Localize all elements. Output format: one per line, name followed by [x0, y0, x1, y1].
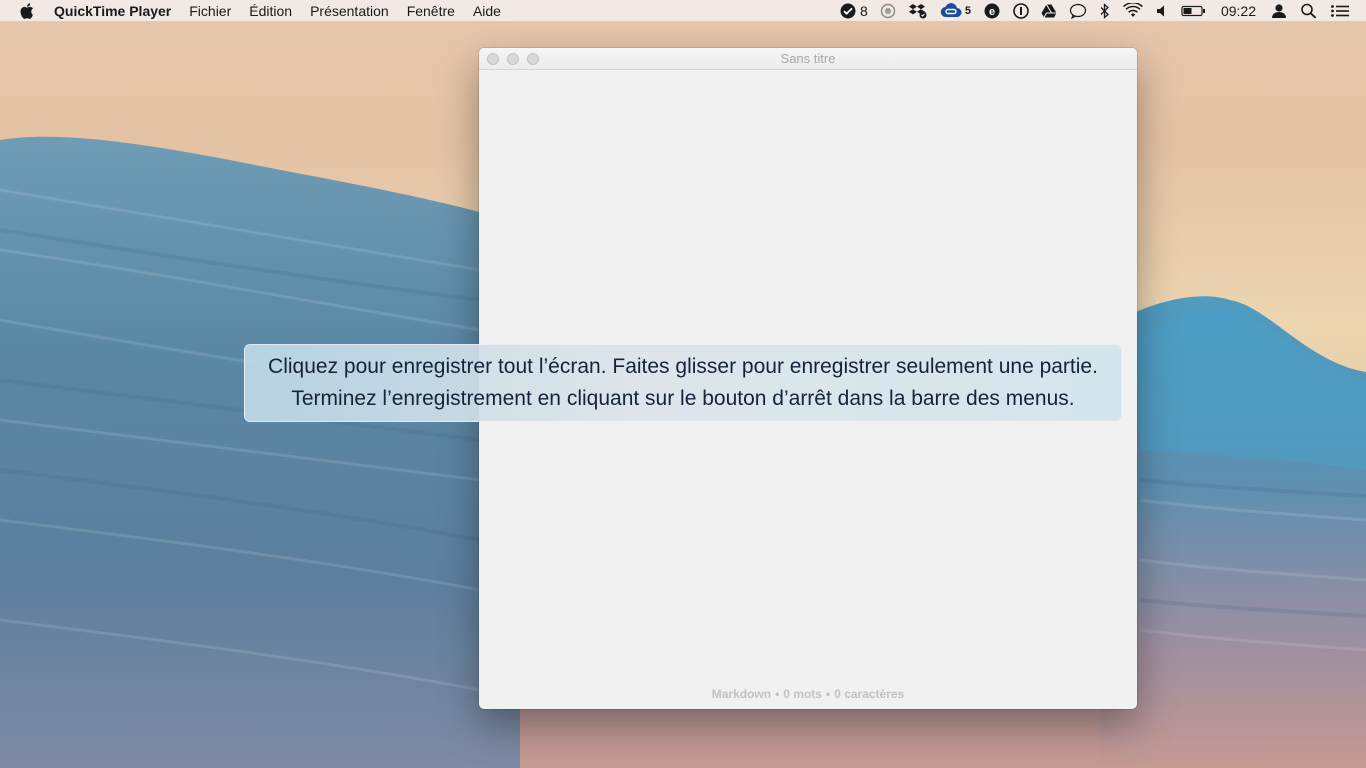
cloud-count: 5 — [964, 5, 971, 17]
notification-center-icon — [1331, 5, 1349, 17]
tray-volume[interactable] — [1149, 0, 1175, 22]
bluetooth-icon — [1100, 3, 1109, 19]
window-titlebar[interactable]: Sans titre — [479, 48, 1137, 70]
user-icon — [1272, 4, 1286, 18]
mail-count: 8 — [860, 3, 868, 19]
status-mode: Markdown — [711, 687, 772, 701]
tray-messages[interactable] — [1063, 0, 1093, 22]
tray-record[interactable] — [874, 0, 902, 22]
tray-evernote[interactable]: e — [977, 0, 1007, 22]
tray-mail[interactable]: 8 — [834, 0, 874, 22]
status-word-count: 0 mots — [783, 687, 822, 701]
tray-spotlight[interactable] — [1294, 0, 1324, 22]
editor-status-bar: Markdown • 0 mots • 0 caractères — [479, 687, 1137, 701]
status-separator: • — [775, 687, 780, 701]
tray-notification-center[interactable] — [1324, 0, 1366, 22]
dropbox-icon — [908, 4, 927, 19]
screen-recording-hint: Cliquez pour enregistrer tout l’écran. F… — [244, 344, 1122, 422]
tray-google-drive[interactable] — [1035, 0, 1063, 22]
tray-onepassword[interactable] — [1007, 0, 1035, 22]
mail-badge-icon — [840, 3, 856, 19]
menu-fenetre[interactable]: Fenêtre — [398, 0, 464, 22]
wifi-icon — [1123, 3, 1143, 17]
tray-creative-cloud[interactable]: 5 — [934, 0, 977, 22]
menu-bar: QuickTime Player Fichier Édition Présent… — [0, 0, 1366, 22]
hint-line-2: Terminez l’enregistrement en cliquant su… — [291, 387, 1075, 410]
spotlight-search-icon — [1301, 3, 1317, 19]
battery-icon — [1181, 5, 1205, 17]
tray-bluetooth[interactable] — [1093, 0, 1117, 22]
menu-edition[interactable]: Édition — [240, 0, 301, 22]
onepassword-icon — [1013, 3, 1029, 19]
svg-text:e: e — [989, 6, 995, 18]
menubar-clock[interactable]: 09:22 — [1213, 3, 1264, 19]
menu-fichier[interactable]: Fichier — [180, 0, 240, 22]
messages-icon — [1069, 3, 1087, 19]
apple-icon[interactable] — [20, 0, 36, 22]
tray-user[interactable] — [1264, 0, 1294, 22]
menu-aide[interactable]: Aide — [464, 0, 510, 22]
status-separator: • — [825, 687, 831, 701]
window-title: Sans titre — [780, 51, 836, 66]
status-char-count: 0 caractères — [834, 687, 905, 701]
menu-presentation[interactable]: Présentation — [301, 0, 398, 22]
google-drive-icon — [1041, 4, 1057, 18]
hint-line-1: Cliquez pour enregistrer tout l’écran. F… — [268, 355, 1098, 378]
record-icon — [880, 3, 896, 19]
tray-dropbox[interactable] — [902, 0, 934, 22]
creative-cloud-icon — [940, 3, 962, 18]
menu-app-name[interactable]: QuickTime Player — [54, 0, 180, 22]
tray-battery[interactable] — [1175, 0, 1213, 22]
evernote-icon: e — [984, 3, 1000, 19]
tray-wifi[interactable] — [1117, 0, 1149, 22]
volume-icon — [1156, 5, 1164, 17]
